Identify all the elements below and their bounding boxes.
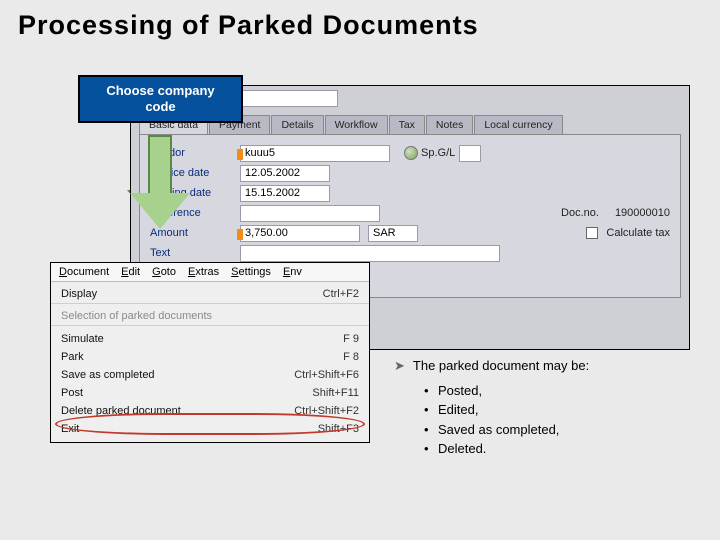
- callout-line1: Choose company: [106, 83, 214, 98]
- docno-label: Doc.no.: [561, 207, 599, 219]
- list-item: Posted,: [424, 381, 589, 401]
- menubar-document[interactable]: Document: [59, 266, 109, 278]
- menu-item-label: Park: [61, 351, 84, 363]
- vendor-field[interactable]: kuuu5: [240, 145, 390, 162]
- tab-notes[interactable]: Notes: [426, 115, 473, 134]
- amount-field[interactable]: 3,750.00: [240, 225, 360, 242]
- menu-item-label: Post: [61, 387, 83, 399]
- spgl-label: Sp.G/L: [421, 147, 455, 159]
- spgl-icon[interactable]: [404, 146, 418, 160]
- callout-line2: code: [145, 99, 175, 114]
- reference-field[interactable]: [240, 205, 380, 222]
- tab-details[interactable]: Details: [271, 115, 323, 134]
- notes-lead-text: The parked document may be:: [413, 358, 589, 373]
- menu-item-exit[interactable]: Exit Shift+F3: [51, 420, 369, 438]
- menu-item-shortcut: Shift+F11: [312, 387, 359, 399]
- menu-item-label: Display: [61, 288, 97, 300]
- notes-list: Posted, Edited, Saved as completed, Dele…: [424, 381, 589, 459]
- menubar-extras[interactable]: Extras: [188, 266, 219, 278]
- menu-item-shortcut: F 9: [343, 333, 359, 345]
- currency-field[interactable]: SAR: [368, 225, 418, 242]
- text-field[interactable]: [240, 245, 500, 262]
- menu-item-simulate[interactable]: Simulate F 9: [51, 330, 369, 348]
- menubar-goto[interactable]: Goto: [152, 266, 176, 278]
- menubar-settings[interactable]: Settings: [231, 266, 271, 278]
- menu-item-park[interactable]: Park F 8: [51, 348, 369, 366]
- notes-lead: ➤ The parked document may be:: [394, 358, 589, 375]
- tab-local-currency[interactable]: Local currency: [474, 115, 562, 134]
- list-item: Saved as completed,: [424, 420, 589, 440]
- menu-item-post[interactable]: Post Shift+F11: [51, 384, 369, 402]
- tab-workflow[interactable]: Workflow: [325, 115, 388, 134]
- menu-item-shortcut: Ctrl+F2: [323, 288, 359, 300]
- menu-item-label: Save as completed: [61, 369, 155, 381]
- slide-title: Processing of Parked Documents: [18, 10, 479, 41]
- menubar-edit[interactable]: Edit: [121, 266, 140, 278]
- text-label: Text: [150, 247, 240, 259]
- document-menu-list: Display Ctrl+F2 Selection of parked docu…: [51, 282, 369, 442]
- spgl-field[interactable]: [459, 145, 481, 162]
- callout-choose-company-code: Choose company code: [78, 75, 243, 123]
- menu-item-label: Exit: [61, 423, 79, 435]
- menu-item-label: Simulate: [61, 333, 104, 345]
- notes-block: ➤ The parked document may be: Posted, Ed…: [394, 358, 589, 459]
- calc-tax-checkbox[interactable]: [586, 227, 598, 239]
- list-item: Edited,: [424, 400, 589, 420]
- menu-item-shortcut: Ctrl+Shift+F6: [294, 369, 359, 381]
- menu-item-save-completed[interactable]: Save as completed Ctrl+Shift+F6: [51, 366, 369, 384]
- slide-stage: Processing of Parked Documents Transactn…: [0, 0, 720, 540]
- menubar-env[interactable]: Env: [283, 266, 302, 278]
- menu-item-shortcut: F 8: [343, 351, 359, 363]
- menu-item-label: Selection of parked documents: [61, 310, 212, 322]
- menu-item-shortcut: Ctrl+Shift+F2: [294, 405, 359, 417]
- list-item: Deleted.: [424, 439, 589, 459]
- menu-item-selection-parked[interactable]: Selection of parked documents: [51, 308, 369, 326]
- tab-tax[interactable]: Tax: [389, 115, 425, 134]
- menubar: Document Edit Goto Extras Settings Env: [51, 263, 369, 282]
- menu-item-display[interactable]: Display Ctrl+F2: [51, 286, 369, 304]
- menu-item-shortcut: Shift+F3: [318, 423, 359, 435]
- invoice-date-field[interactable]: 12.05.2002: [240, 165, 330, 182]
- docno-value: 190000010: [615, 207, 670, 219]
- menu-item-label: Delete parked document: [61, 405, 181, 417]
- calc-tax-label: Calculate tax: [606, 227, 670, 239]
- document-menu-window: Document Edit Goto Extras Settings Env D…: [50, 262, 370, 443]
- menu-item-delete-parked[interactable]: Delete parked document Ctrl+Shift+F2: [51, 402, 369, 420]
- down-arrow: [130, 135, 190, 235]
- posting-date-field[interactable]: 15.15.2002: [240, 185, 330, 202]
- bullet-arrow-icon: ➤: [394, 358, 405, 375]
